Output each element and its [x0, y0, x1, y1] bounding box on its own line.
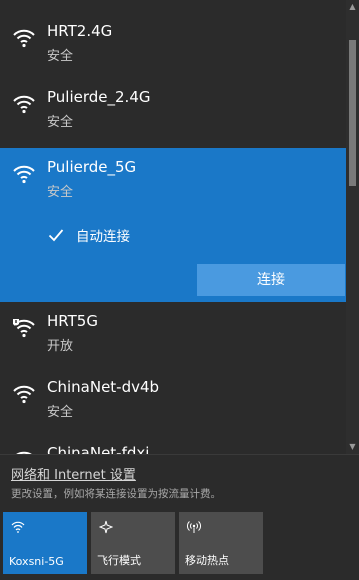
- network-item-hrt5g[interactable]: HRT5G 开放: [0, 302, 346, 364]
- network-name: HRT2.4G: [47, 22, 113, 40]
- divider: [0, 454, 359, 455]
- wifi-icon: [13, 95, 35, 114]
- network-name: HRT5G: [47, 312, 98, 330]
- network-item-chinanet-dv4b[interactable]: ChinaNet-dv4b 安全: [0, 368, 346, 430]
- scrollbar[interactable]: ▲ ▼: [346, 0, 359, 454]
- wifi-open-icon: [13, 319, 35, 338]
- network-item-pulierde-2-4g[interactable]: Pulierde_2.4G 安全: [0, 78, 346, 140]
- quick-action-wifi[interactable]: Koxsni-5G: [3, 512, 87, 574]
- hotspot-icon: [187, 521, 201, 533]
- network-status: 开放: [47, 339, 74, 354]
- scroll-up-arrow-icon[interactable]: ▲: [346, 0, 359, 14]
- wifi-icon: [11, 521, 25, 533]
- quick-action-label: 移动热点: [185, 554, 229, 567]
- network-name: ChinaNet-dv4b: [47, 378, 160, 396]
- wifi-icon: [13, 165, 35, 184]
- network-status: 安全: [47, 115, 74, 130]
- scroll-down-arrow-icon[interactable]: ▼: [346, 440, 359, 454]
- scrollbar-thumb[interactable]: [349, 40, 356, 186]
- network-settings-link[interactable]: 网络和 Internet 设置: [11, 464, 136, 483]
- network-status: 安全: [47, 49, 74, 64]
- network-item-chinanet-fdxj[interactable]: ChinaNet-fdxj: [0, 434, 346, 454]
- auto-connect-label: 自动连接: [76, 229, 130, 245]
- wifi-icon: [13, 385, 35, 404]
- network-list: HRT2.4G 安全 Pulierde_2.4G 安全 Pulierde_5G …: [0, 12, 346, 454]
- connect-button[interactable]: 连接: [197, 264, 345, 296]
- network-status: 安全: [47, 405, 74, 420]
- network-item-hrt2-4g[interactable]: HRT2.4G 安全: [0, 12, 346, 74]
- quick-action-label: Koxsni-5G: [9, 555, 64, 568]
- network-name: Pulierde_2.4G: [47, 88, 151, 106]
- network-settings-description: 更改设置，例如将某连接设置为按流量计费。: [11, 488, 221, 500]
- network-flyout: HRT2.4G 安全 Pulierde_2.4G 安全 Pulierde_5G …: [0, 0, 359, 580]
- airplane-icon: [99, 520, 113, 534]
- wifi-icon: [13, 29, 35, 48]
- checkmark-icon: [48, 229, 64, 242]
- auto-connect-checkbox[interactable]: 自动连接: [48, 225, 130, 245]
- network-name: Pulierde_5G: [47, 158, 137, 176]
- quick-action-mobile-hotspot[interactable]: 移动热点: [179, 512, 263, 574]
- quick-action-airplane-mode[interactable]: 飞行模式: [91, 512, 175, 574]
- quick-action-label: 飞行模式: [97, 554, 141, 567]
- network-status: 安全: [47, 185, 74, 200]
- network-name: ChinaNet-fdxj: [47, 444, 150, 454]
